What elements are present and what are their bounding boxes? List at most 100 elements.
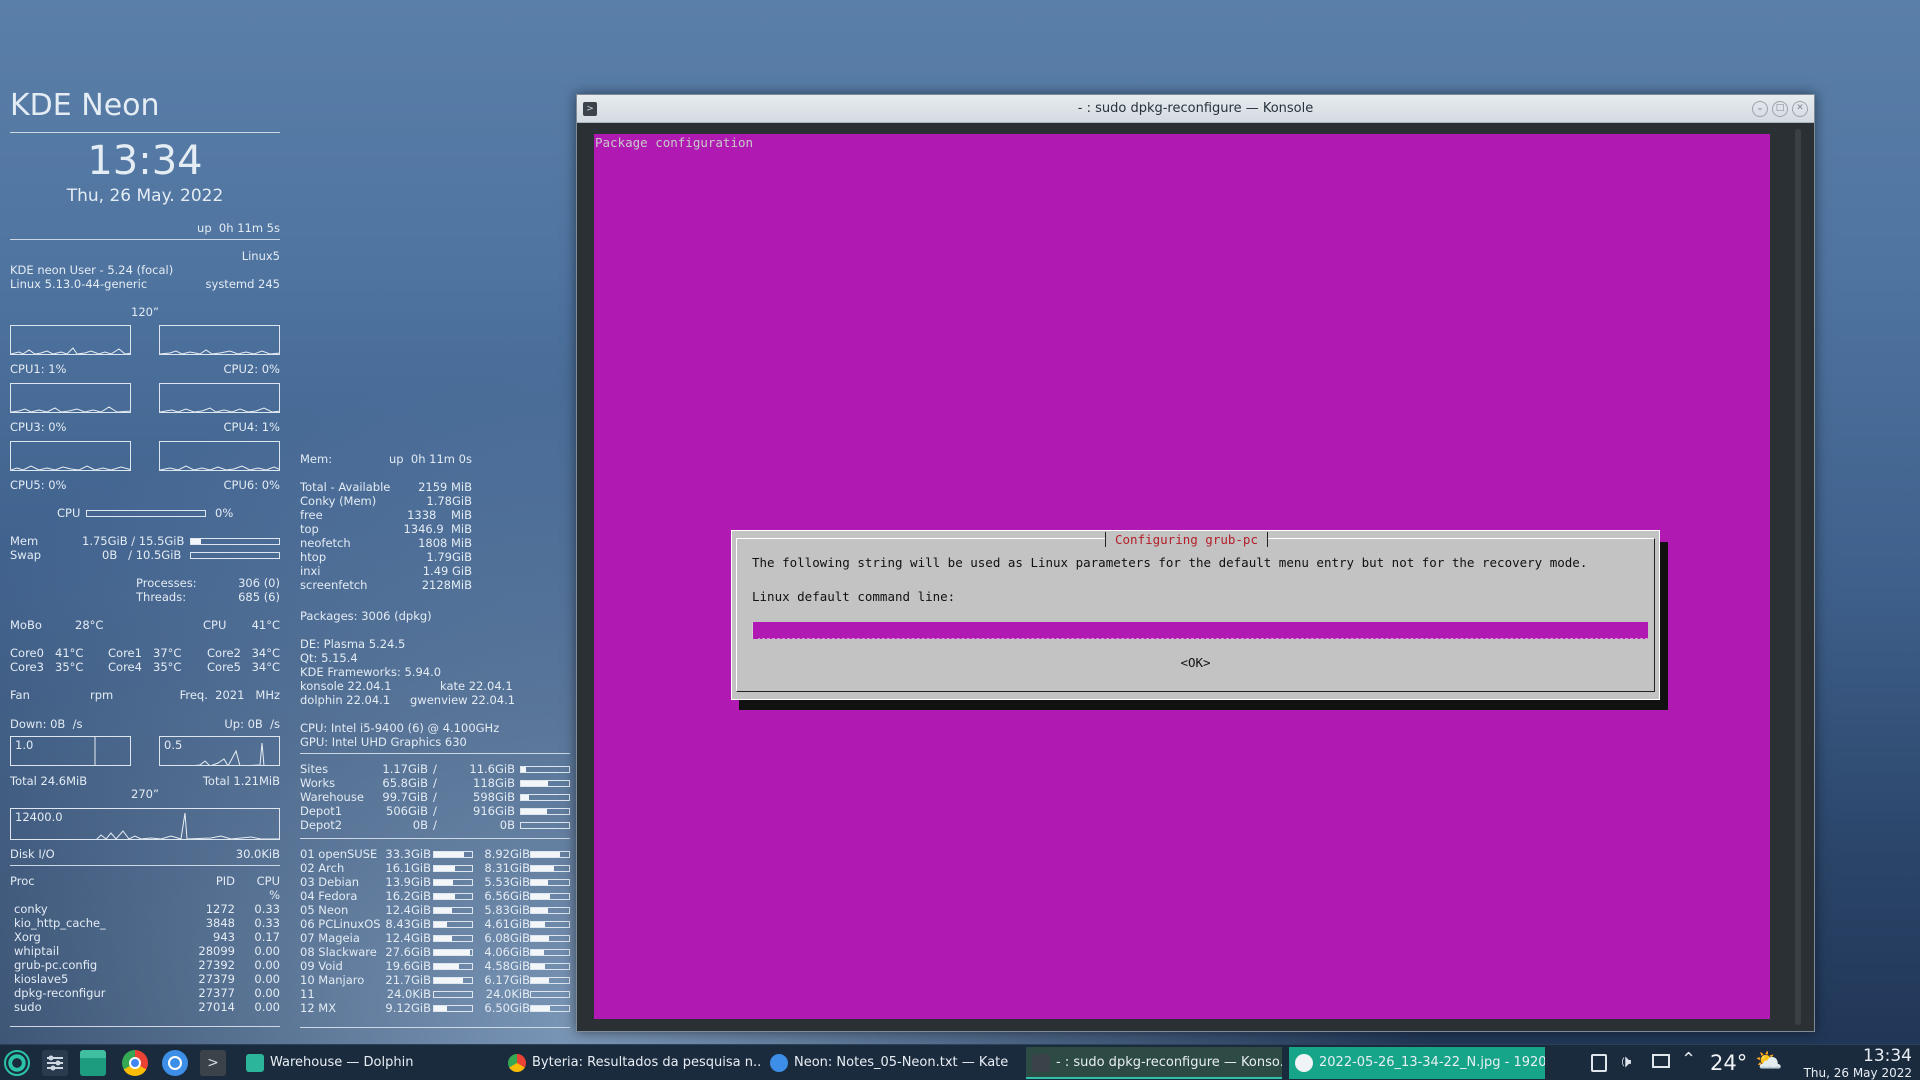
core5-label: Core5: [207, 660, 241, 674]
kf-version: KDE Frameworks: 5.94.0: [300, 665, 442, 679]
proc-name: whiptail: [14, 944, 60, 958]
drive-sep: /: [433, 776, 437, 790]
cpu6-label: CPU6: 0%: [223, 478, 280, 492]
tray-expand-icon[interactable]: ⌃: [1681, 1049, 1696, 1070]
net-down-graph: 1.0: [10, 736, 131, 766]
core1-label: Core1: [108, 646, 142, 660]
fan-unit: rpm: [90, 688, 114, 702]
drive-total: 598GiB: [473, 790, 515, 804]
partition-home-bar: [530, 1005, 570, 1012]
task-label: 2022-05-26_13-34-22_N.jpg - 1920...: [1319, 1055, 1545, 1070]
task-label: - : sudo dpkg-reconfigure — Konso...: [1056, 1055, 1282, 1070]
drive-used: 99.7GiB: [382, 790, 428, 804]
conky-date: Thu, 26 May. 2022: [66, 186, 224, 206]
conky-time: 13:34: [87, 138, 203, 184]
packages: Packages: 3006 (dpkg): [300, 609, 432, 623]
drive-usage-bar: [520, 794, 570, 801]
partition-home-used: 4.06GiB: [484, 945, 530, 959]
proc-name: dpkg-reconfigur: [14, 986, 106, 1000]
drive-total: 916GiB: [473, 804, 515, 818]
task-konsole[interactable]: - : sudo dpkg-reconfigure — Konso...: [1026, 1047, 1282, 1079]
app-launcher-icon[interactable]: [4, 1050, 30, 1076]
drive-used: 506GiB: [386, 804, 428, 818]
terminal-screen[interactable]: Package configuration Configuring grub-p…: [594, 134, 1770, 1019]
network-icon[interactable]: [1652, 1054, 1670, 1068]
konsole-launcher-icon[interactable]: >: [200, 1050, 226, 1076]
volume-icon[interactable]: 🕩: [1620, 1051, 1631, 1072]
file-manager-icon[interactable]: [80, 1050, 106, 1076]
task-gwenview[interactable]: 2022-05-26_13-34-22_N.jpg - 1920...: [1289, 1047, 1545, 1079]
settings-icon[interactable]: [42, 1050, 68, 1076]
partition-home-bar: [530, 851, 570, 858]
mem-row-name: screenfetch: [300, 578, 368, 592]
cpu6-graph: [159, 441, 280, 471]
mem-row-value: 1346.9 MiB: [403, 522, 472, 536]
core3-label: Core3: [10, 660, 44, 674]
cpu3-graph: [10, 383, 131, 413]
drive-name: Depot2: [300, 818, 343, 832]
scrollbar[interactable]: [1795, 129, 1801, 1025]
task-dolphin[interactable]: Warehouse — Dolphin: [240, 1047, 490, 1079]
conky-system-monitor: KDE Neon 13:34 Thu, 26 May. 2022 up 0h 1…: [10, 88, 280, 1028]
dolphin-icon: [246, 1054, 264, 1072]
partition-name: 11: [300, 987, 315, 1001]
cpu-temp: 41°C: [251, 618, 280, 632]
partition-home-bar: [530, 865, 570, 872]
kate-icon[interactable]: [162, 1050, 188, 1076]
core0-temp: 41°C: [55, 646, 84, 660]
partition-home-bar: [530, 935, 570, 942]
clock[interactable]: 13:34 Thu, 26 May 2022: [1804, 1047, 1912, 1080]
window-titlebar[interactable]: > - : sudo dpkg-reconfigure — Konsole ⌄ …: [577, 95, 1814, 123]
clipboard-icon[interactable]: [1591, 1054, 1607, 1072]
core2-label: Core2: [207, 646, 241, 660]
partition-home-used: 24.0KiB: [485, 987, 530, 1001]
partition-name: 03 Debian: [300, 875, 360, 889]
proc-pid: 27392: [198, 958, 235, 972]
proc-name: Xorg: [14, 930, 41, 944]
partition-name: 02 Arch: [300, 861, 345, 875]
mem-label: Mem: [10, 534, 39, 548]
gwenview-version: gwenview 22.04.1: [410, 693, 516, 707]
disk-io-value: 30.0KiB: [235, 847, 280, 861]
task-kate[interactable]: Neon: Notes_05-Neon.txt — Kate: [764, 1047, 1024, 1079]
proc-name: grub-pc.config: [14, 958, 98, 972]
proc-pid: 943: [213, 930, 235, 944]
partition-home-used: 6.56GiB: [484, 889, 530, 903]
konsole-window[interactable]: > - : sudo dpkg-reconfigure — Konsole ⌄ …: [576, 94, 1815, 1032]
drive-name: Sites: [300, 762, 329, 776]
partition-name: 05 Neon: [300, 903, 349, 917]
kernel-version: Linux 5.13.0-44-generic: [10, 277, 148, 291]
cpu4-label: CPU4: 1%: [223, 420, 280, 434]
maximize-icon[interactable]: □: [1772, 101, 1788, 117]
partition-home-bar: [530, 949, 570, 956]
partition-home-used: 5.83GiB: [484, 903, 530, 917]
konsole-icon: [1032, 1054, 1050, 1072]
cpu2-graph: [159, 325, 280, 355]
cpu5-graph: [10, 441, 131, 471]
partition-name: 06 PCLinuxOS: [300, 917, 381, 931]
mem-row-name: top: [300, 522, 319, 536]
weather-icon[interactable]: ⛅: [1755, 1049, 1782, 1074]
proc-pid: 28099: [198, 944, 235, 958]
distro-name: KDE Neon: [10, 88, 160, 123]
command-line-input[interactable]: [752, 622, 1648, 639]
mem-row-value: 1.49 GiB: [422, 564, 472, 578]
core1-temp: 37°C: [153, 646, 182, 660]
proc-pid: 27014: [198, 1000, 235, 1014]
minimize-icon[interactable]: ⌄: [1752, 101, 1768, 117]
net-down: Down: 0B /s: [10, 717, 83, 731]
hostname: Linux5: [241, 249, 280, 263]
dialog-label: Linux default command line:: [752, 589, 956, 604]
mem-row-value: 2128MiB: [421, 578, 472, 592]
task-chrome[interactable]: Byteria: Resultados da pesquisa n...: [502, 1047, 760, 1079]
task-label: Neon: Notes_05-Neon.txt — Kate: [794, 1055, 1009, 1070]
cpu1-graph: [10, 325, 131, 355]
chrome-icon[interactable]: [122, 1050, 148, 1076]
mobo-label: MoBo: [10, 618, 42, 632]
close-icon[interactable]: ✕: [1792, 101, 1808, 117]
partition-name: 10 Manjaro: [300, 973, 365, 987]
gpu-info: GPU: Intel UHD Graphics 630: [300, 735, 467, 749]
temperature[interactable]: 24°: [1710, 1051, 1747, 1075]
partition-root-bar: [433, 921, 473, 928]
ok-button[interactable]: <OK>: [737, 655, 1654, 670]
